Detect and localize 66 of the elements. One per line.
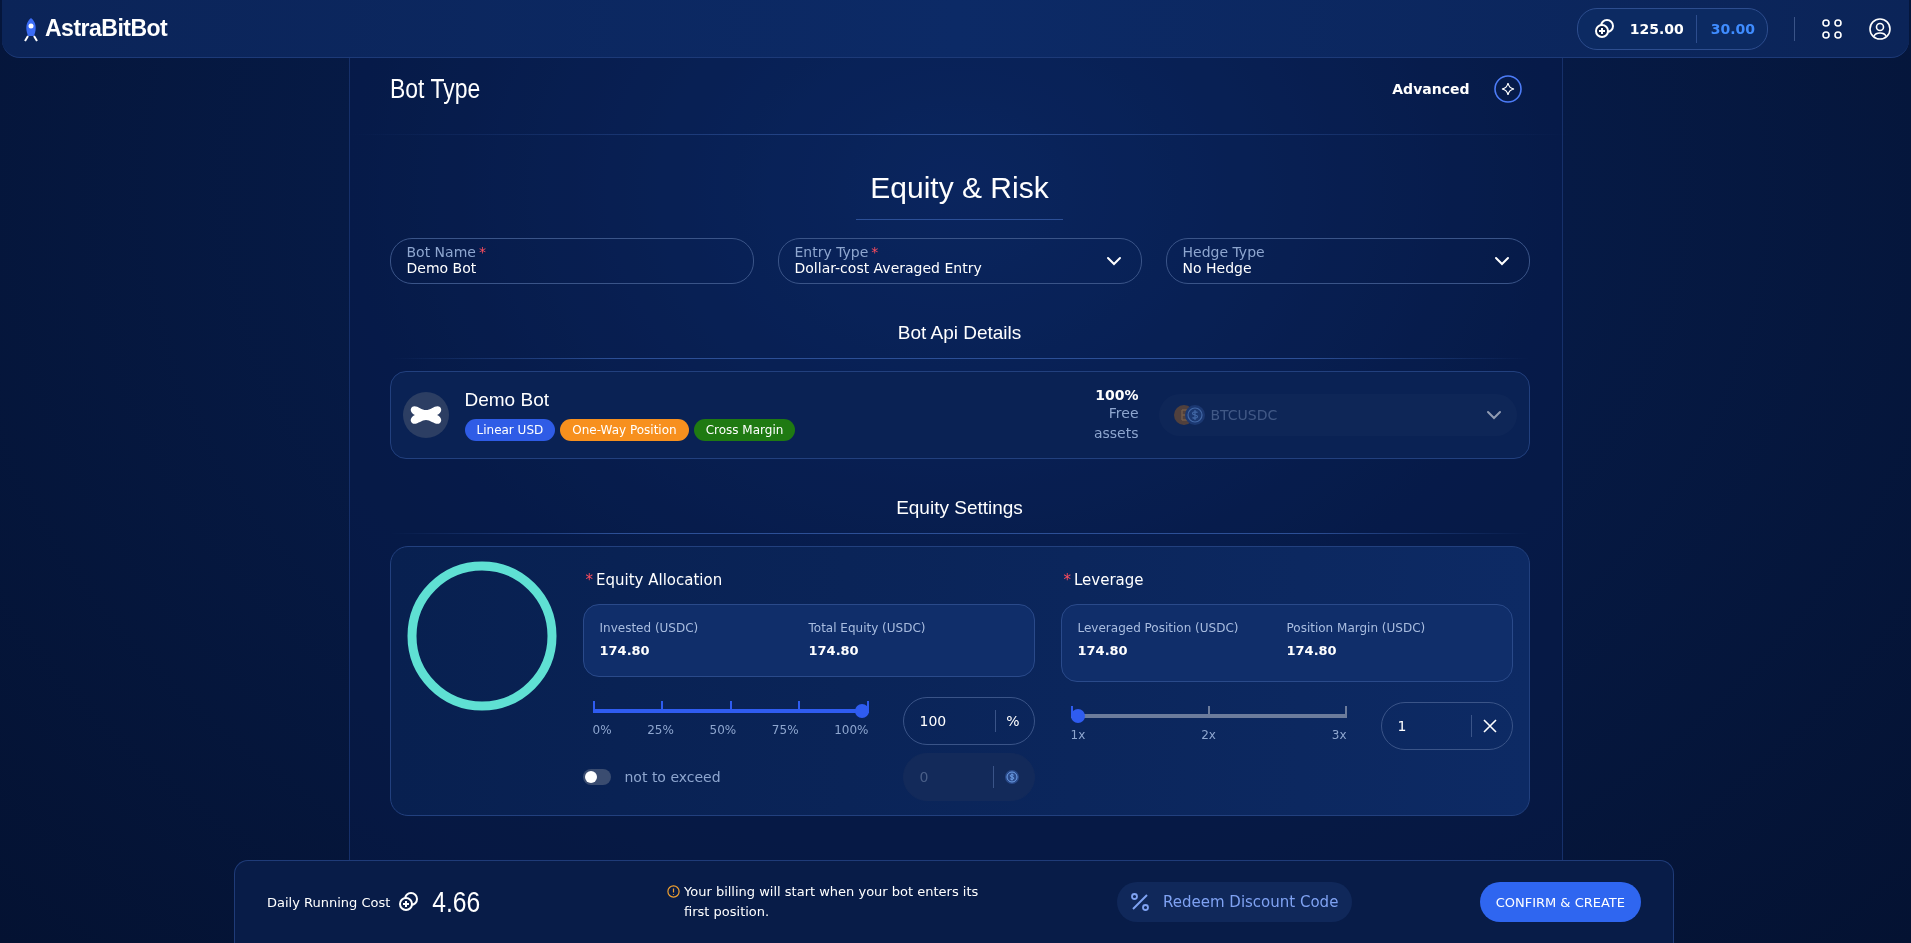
- stat-value: 174.80: [1077, 643, 1129, 658]
- stat-label: Position Margin (USDC): [1286, 621, 1427, 635]
- field-value: No Hedge: [1182, 260, 1253, 277]
- coin-pair-icon: [1172, 404, 1207, 426]
- balance-value: 125.00: [1629, 14, 1697, 43]
- stat-label: Leveraged Position (USDC): [1077, 621, 1240, 635]
- page-heading: Equity & Risk: [856, 171, 1063, 220]
- setting-label: Equity Allocation: [596, 571, 723, 589]
- unit-label: %: [1006, 713, 1020, 729]
- stat-label: Invested (USDC): [599, 621, 700, 635]
- tag: Cross Margin: [693, 419, 796, 441]
- grid-icon[interactable]: [1821, 17, 1843, 40]
- required-mark: *: [871, 244, 879, 260]
- toggle-label: not to exceed: [624, 769, 721, 785]
- required-mark: *: [478, 244, 486, 260]
- subsection-title: Equity Settings: [895, 497, 1024, 519]
- tick-label: 3x: [1331, 728, 1347, 742]
- logo-text: AstraBitBot: [45, 15, 168, 42]
- setting-label: Leverage: [1074, 571, 1144, 589]
- required-mark: *: [585, 571, 593, 589]
- select-field[interactable]: Entry Type * Dollar-cost Averaged Entry: [777, 238, 1142, 284]
- stat-value: 174.80: [808, 643, 860, 658]
- free-percent: 100%: [1094, 387, 1139, 403]
- stat-value: 174.80: [599, 643, 651, 658]
- free-label: Free assets: [1092, 404, 1139, 443]
- cost-value: 4.66: [432, 885, 481, 919]
- tag: Linear USD: [464, 419, 556, 441]
- tick-label: 75%: [771, 723, 799, 737]
- bot-avatar-icon: [402, 392, 449, 438]
- tick-label: 50%: [709, 723, 737, 737]
- user-icon[interactable]: [1869, 17, 1891, 40]
- cost-label: Daily Running Cost: [267, 894, 391, 910]
- billing-notice: Your billing will start when your bot enters its first position.: [684, 883, 980, 921]
- redeem-button[interactable]: Redeem Discount Code: [1117, 882, 1353, 922]
- mode-label: Advanced: [1392, 81, 1470, 97]
- info-icon: [667, 885, 680, 898]
- slider-thumb[interactable]: [1070, 709, 1085, 723]
- select-field[interactable]: Hedge Type No Hedge: [1165, 238, 1530, 284]
- tick-label: 0%: [592, 723, 612, 737]
- sparkle-button-icon[interactable]: [1493, 75, 1522, 103]
- required-mark: *: [1063, 571, 1071, 589]
- tick-label: 100%: [834, 723, 869, 737]
- coins-icon: [398, 891, 421, 913]
- stat-value: 174.80: [1286, 643, 1338, 658]
- field-label: Bot Name: [406, 244, 476, 260]
- field-value: Demo Bot: [406, 260, 478, 277]
- multiply-icon: [1481, 718, 1498, 734]
- tag: One-Way Position: [560, 419, 689, 441]
- subsection-title: Bot Api Details: [896, 322, 1023, 344]
- coins-icon: [1593, 17, 1616, 40]
- balance-value: 30.00: [1710, 20, 1755, 37]
- slider-thumb[interactable]: [854, 704, 869, 718]
- tick-label: 25%: [647, 723, 674, 737]
- dollar-coin-icon: [1003, 769, 1020, 785]
- input-field[interactable]: Bot Name * Demo Bot: [389, 238, 754, 284]
- section-title: Bot Type: [389, 73, 480, 105]
- confirm-button[interactable]: CONFIRM & CREATE: [1479, 882, 1641, 922]
- tick-label: 1x: [1070, 728, 1086, 742]
- field-label: Entry Type: [794, 244, 869, 260]
- field-value: Dollar-cost Averaged Entry: [794, 260, 982, 277]
- field-label: Hedge Type: [1182, 244, 1265, 260]
- bot-name: Demo Bot: [464, 389, 550, 411]
- stat-label: Total Equity (USDC): [808, 621, 927, 635]
- percent-icon: [1129, 891, 1151, 913]
- toggle-switch[interactable]: [582, 769, 611, 785]
- tick-label: 2x: [1201, 728, 1216, 742]
